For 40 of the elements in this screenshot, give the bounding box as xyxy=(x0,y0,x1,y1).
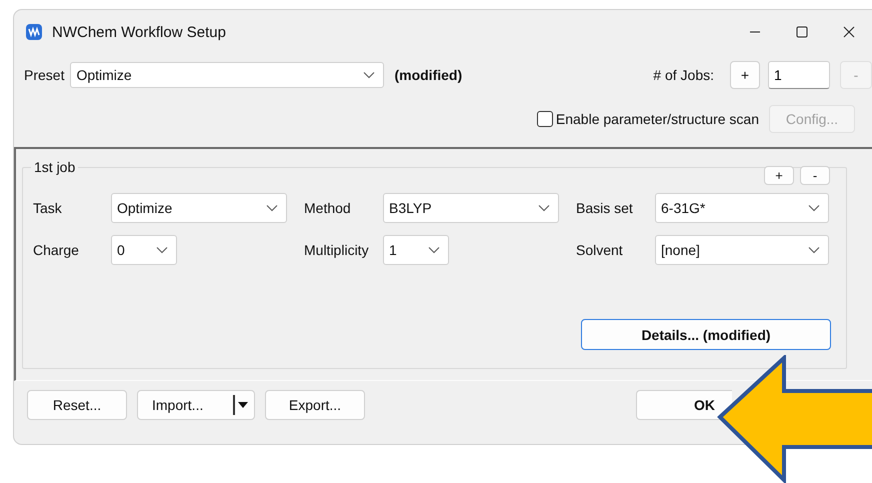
field-label: Charge xyxy=(33,242,80,258)
jobs-count-field[interactable]: 1 xyxy=(768,61,830,89)
field-label: Multiplicity xyxy=(304,242,370,258)
preset-dropdown[interactable]: Optimize xyxy=(70,62,384,88)
chevron-down-icon xyxy=(538,204,550,212)
modified-note: (modified) xyxy=(394,67,462,83)
dropdown[interactable]: 6-31G* xyxy=(655,193,829,223)
scan-checkbox[interactable] xyxy=(536,111,553,127)
field-label: Method xyxy=(304,200,352,216)
maximize-icon xyxy=(796,26,808,38)
scan-label: Enable parameter/structure scan xyxy=(556,111,759,127)
dropdown[interactable]: 0 xyxy=(111,235,177,265)
app-icon xyxy=(26,24,42,40)
dropdown[interactable]: Optimize xyxy=(111,193,287,223)
chevron-down-icon xyxy=(428,246,440,254)
caret-icon[interactable] xyxy=(238,402,248,408)
dropdown[interactable]: [none] xyxy=(655,235,829,265)
field-label: Task xyxy=(33,200,63,216)
preset-label: Preset xyxy=(24,67,64,83)
button[interactable]: Reset... xyxy=(27,390,127,420)
dropdown[interactable]: 1 xyxy=(383,235,449,265)
details-button[interactable]: Details... (modified) xyxy=(581,319,831,350)
close-icon xyxy=(842,26,854,38)
jobs-label: # of Jobs: xyxy=(653,67,714,83)
chevron-down-icon xyxy=(266,204,278,212)
chevron-down-icon xyxy=(363,71,376,79)
remove-job-button[interactable]: - xyxy=(800,166,830,185)
chevron-down-icon xyxy=(808,204,820,212)
group-title: 1st job xyxy=(33,159,76,175)
chevron-down-icon xyxy=(156,246,168,254)
import-button[interactable]: Import... xyxy=(137,390,255,420)
button[interactable]: Export... xyxy=(265,390,365,420)
field-label: Solvent xyxy=(576,242,624,258)
field-label: Basis set xyxy=(576,200,634,216)
add-job-button[interactable]: + xyxy=(730,61,760,89)
ok-button[interactable]: OK xyxy=(636,390,732,420)
add-job-button[interactable]: + xyxy=(764,166,794,185)
chevron-down-icon xyxy=(808,246,820,254)
window-title: NWChem Workflow Setup xyxy=(52,24,226,40)
dropdown[interactable]: B3LYP xyxy=(383,193,559,223)
